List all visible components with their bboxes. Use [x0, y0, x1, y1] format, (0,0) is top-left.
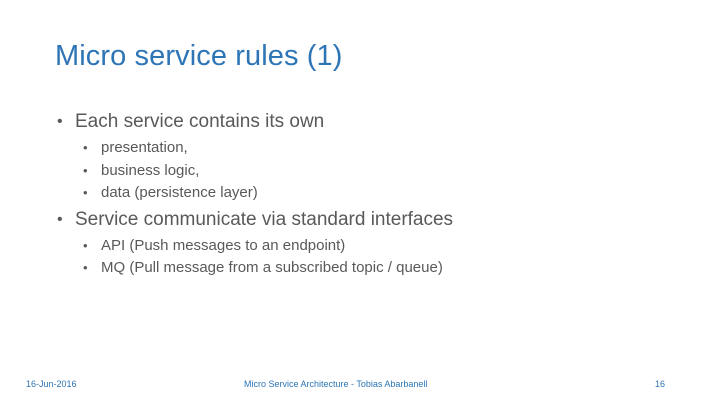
sub-bullet-text: presentation, [101, 139, 188, 156]
sub-bullet-item: • business logic, [81, 160, 677, 182]
bullet-item: • Each service contains its own • presen… [57, 110, 677, 204]
bullet-text: Service communicate via standard interfa… [75, 208, 454, 230]
sub-bullet-item: • API (Push messages to an endpoint) [81, 235, 677, 257]
bullet-icon: • [83, 185, 88, 200]
sub-bullet-item: • MQ (Pull message from a subscribed top… [81, 257, 677, 279]
sub-bullet-text: MQ (Pull message from a subscribed topic… [101, 259, 443, 276]
bullet-icon: • [83, 237, 88, 253]
sub-bullet-text: API (Push messages to an endpoint) [101, 236, 346, 254]
bullet-icon: • [83, 260, 88, 275]
bullet-text: Each service contains its own [75, 111, 325, 132]
slide-content: • Each service contains its own • presen… [57, 110, 677, 283]
bullet-item: • Service communicate via standard inter… [57, 208, 677, 279]
bullet-icon: • [83, 140, 88, 155]
bullet-icon: • [57, 113, 63, 130]
slide-title: Micro service rules (1) [55, 40, 343, 72]
footer-presentation-title: Micro Service Architecture - Tobias Abar… [244, 379, 428, 389]
footer-page-number: 16 [655, 379, 666, 389]
sub-bullet-list: • presentation, • business logic, • data… [81, 137, 677, 204]
bullet-icon: • [57, 210, 63, 228]
slide: Micro service rules (1) • Each service c… [0, 0, 720, 405]
bullet-icon: • [83, 162, 88, 178]
bullet-list: • Each service contains its own • presen… [57, 110, 677, 279]
sub-bullet-item: • presentation, [81, 137, 677, 159]
sub-bullet-text: data (persistence layer) [101, 184, 258, 201]
sub-bullet-item: • data (persistence layer) [81, 182, 677, 204]
footer-date: 16-Jun-2016 [26, 379, 77, 389]
sub-bullet-list: • API (Push messages to an endpoint) • M… [81, 235, 677, 279]
sub-bullet-text: business logic, [101, 161, 200, 179]
